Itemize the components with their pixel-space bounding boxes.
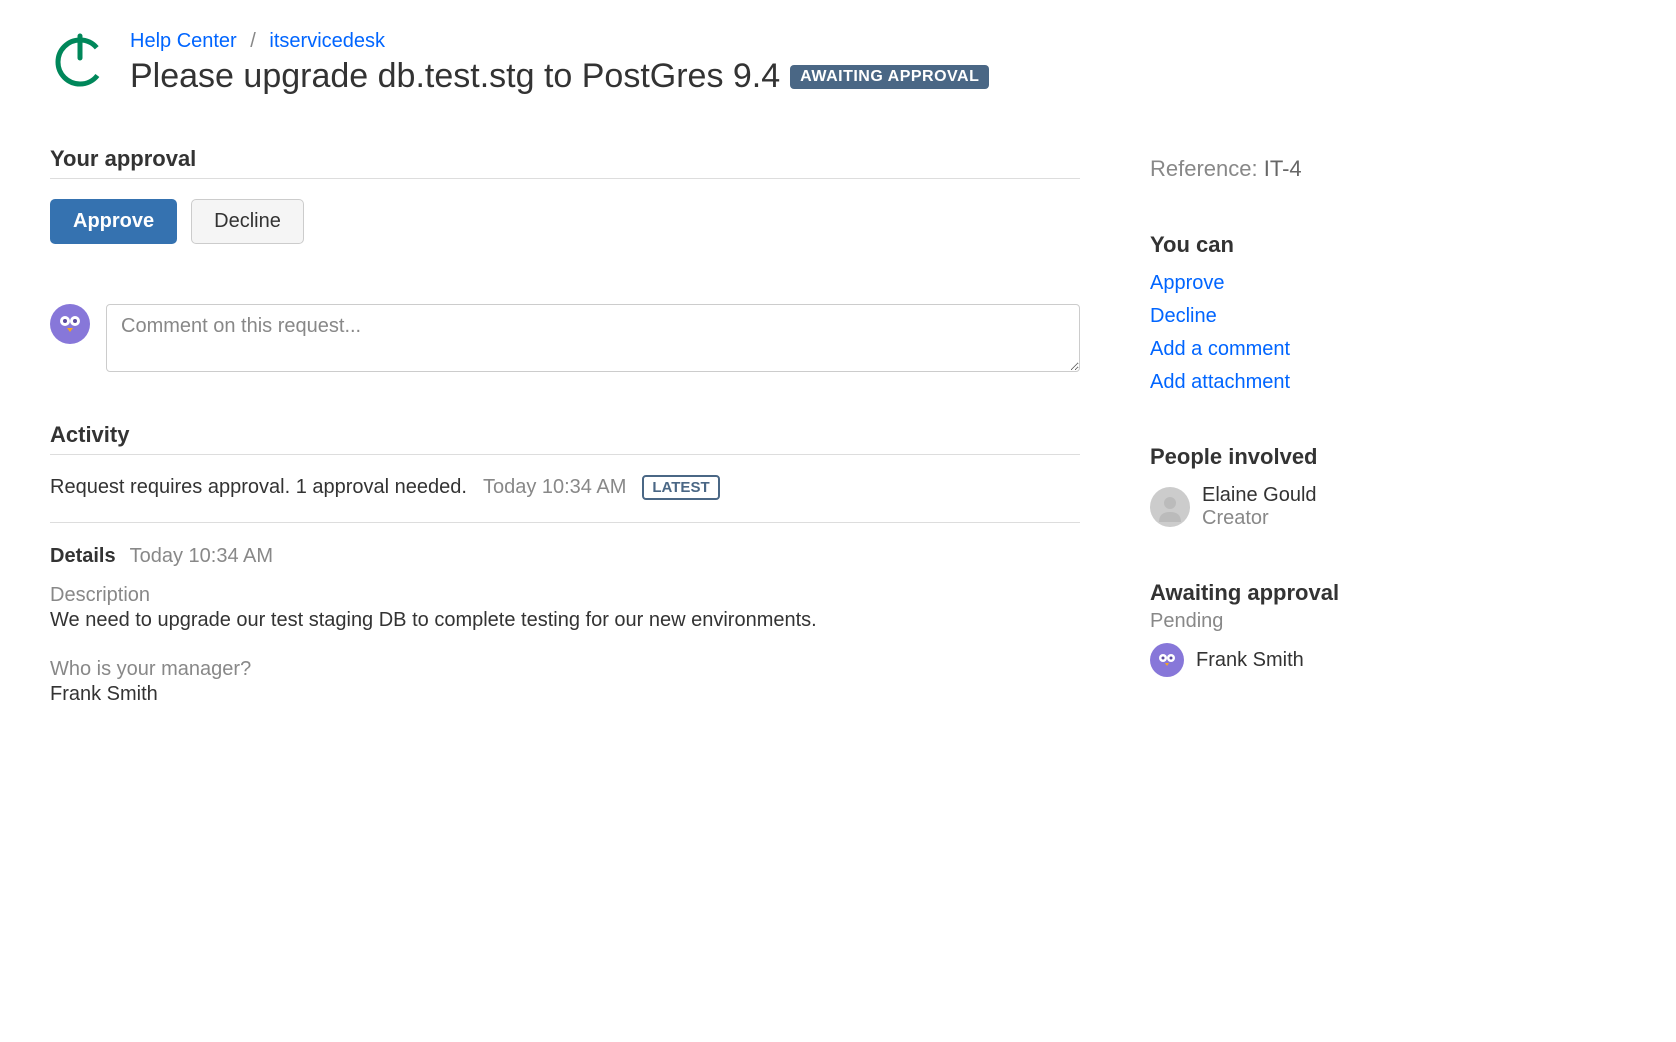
side-action-decline[interactable]: Decline: [1150, 305, 1217, 327]
people-involved-title: People involved: [1150, 444, 1440, 470]
field-label-manager: Who is your manager?: [50, 658, 1080, 681]
approver-avatar: [1150, 643, 1184, 677]
activity-time: Today 10:34 AM: [483, 476, 626, 499]
field-value-description: We need to upgrade our test staging DB t…: [50, 609, 1080, 632]
activity-item: Request requires approval. 1 approval ne…: [50, 475, 1080, 523]
reference: Reference: IT-4: [1150, 156, 1440, 182]
side-action-add-comment[interactable]: Add a comment: [1150, 338, 1290, 360]
breadcrumb-help-center[interactable]: Help Center: [130, 30, 237, 52]
approval-section-title: Your approval: [50, 146, 1080, 172]
person-avatar: [1150, 487, 1190, 527]
power-icon: [50, 30, 110, 90]
latest-badge: LATEST: [642, 475, 719, 500]
user-avatar: [50, 304, 90, 344]
details-time: Today 10:34 AM: [130, 545, 273, 568]
comment-input[interactable]: [106, 304, 1080, 372]
status-badge: AWAITING APPROVAL: [790, 65, 989, 89]
field-value-manager: Frank Smith: [50, 683, 1080, 706]
details-title: Details: [50, 545, 116, 568]
side-action-add-attachment[interactable]: Add attachment: [1150, 371, 1290, 393]
awaiting-status: Pending: [1150, 610, 1440, 633]
breadcrumb: Help Center / itservicedesk: [130, 30, 1626, 53]
awaiting-approval-title: Awaiting approval: [1150, 580, 1440, 606]
you-can-title: You can: [1150, 232, 1440, 258]
side-action-approve[interactable]: Approve: [1150, 272, 1225, 294]
person-role: Creator: [1202, 507, 1317, 530]
approver-name: Frank Smith: [1196, 649, 1304, 672]
activity-text: Request requires approval. 1 approval ne…: [50, 476, 467, 499]
field-label-description: Description: [50, 584, 1080, 607]
page-title: Please upgrade db.test.stg to PostGres 9…: [130, 57, 780, 96]
page-header: Help Center / itservicedesk Please upgra…: [50, 30, 1626, 96]
decline-button[interactable]: Decline: [191, 199, 304, 244]
person-name: Elaine Gould: [1202, 484, 1317, 507]
approve-button[interactable]: Approve: [50, 199, 177, 244]
breadcrumb-project[interactable]: itservicedesk: [269, 30, 385, 52]
activity-section-title: Activity: [50, 422, 1080, 448]
